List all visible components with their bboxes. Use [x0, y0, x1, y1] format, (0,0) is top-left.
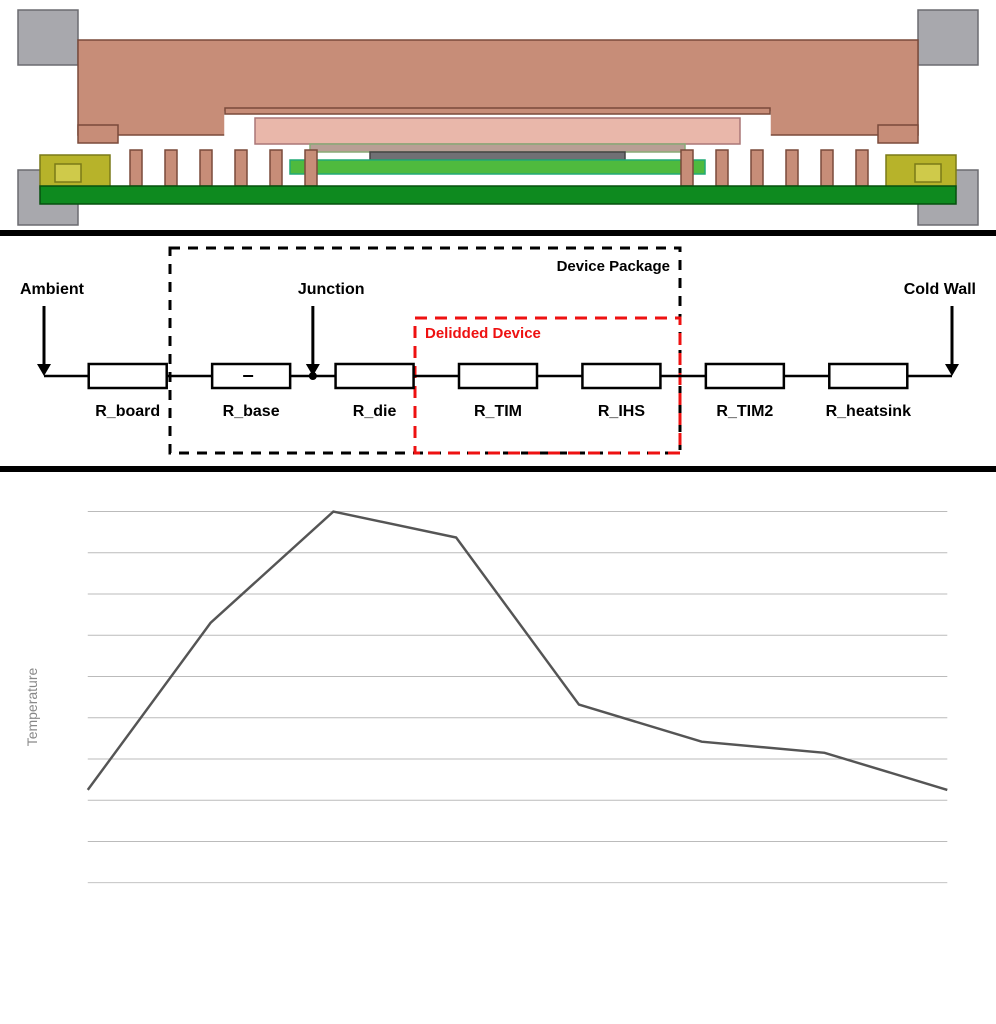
ambient-label: Ambient	[20, 281, 85, 298]
cross-section-svg	[0, 0, 996, 230]
resistor-label: R_IHS	[598, 403, 645, 420]
cross-section-diagram	[0, 0, 996, 230]
chart-ylabel: Temperature	[24, 668, 40, 747]
thermal-network-svg: Device Package Delidded Device R_board R_…	[0, 236, 996, 466]
resistor-label: R_base	[223, 403, 280, 420]
thermal-network-diagram: Device Package Delidded Device R_board R_…	[0, 236, 996, 466]
resistor-label: R_heatsink	[826, 403, 911, 420]
temperature-chart: Temperature	[0, 472, 996, 942]
temperature-chart-svg	[10, 492, 986, 912]
device-package-label: Device Package	[557, 258, 670, 275]
resistor-label: R_board	[95, 403, 160, 420]
delidded-device-label: Delidded Device	[425, 325, 541, 342]
resistor-label: R_die	[353, 403, 397, 420]
resistor-label: R_TIM	[474, 403, 522, 420]
junction-label: Junction	[298, 281, 365, 298]
cold-wall-label: Cold Wall	[904, 281, 976, 298]
resistor-label: R_TIM2	[716, 403, 773, 420]
